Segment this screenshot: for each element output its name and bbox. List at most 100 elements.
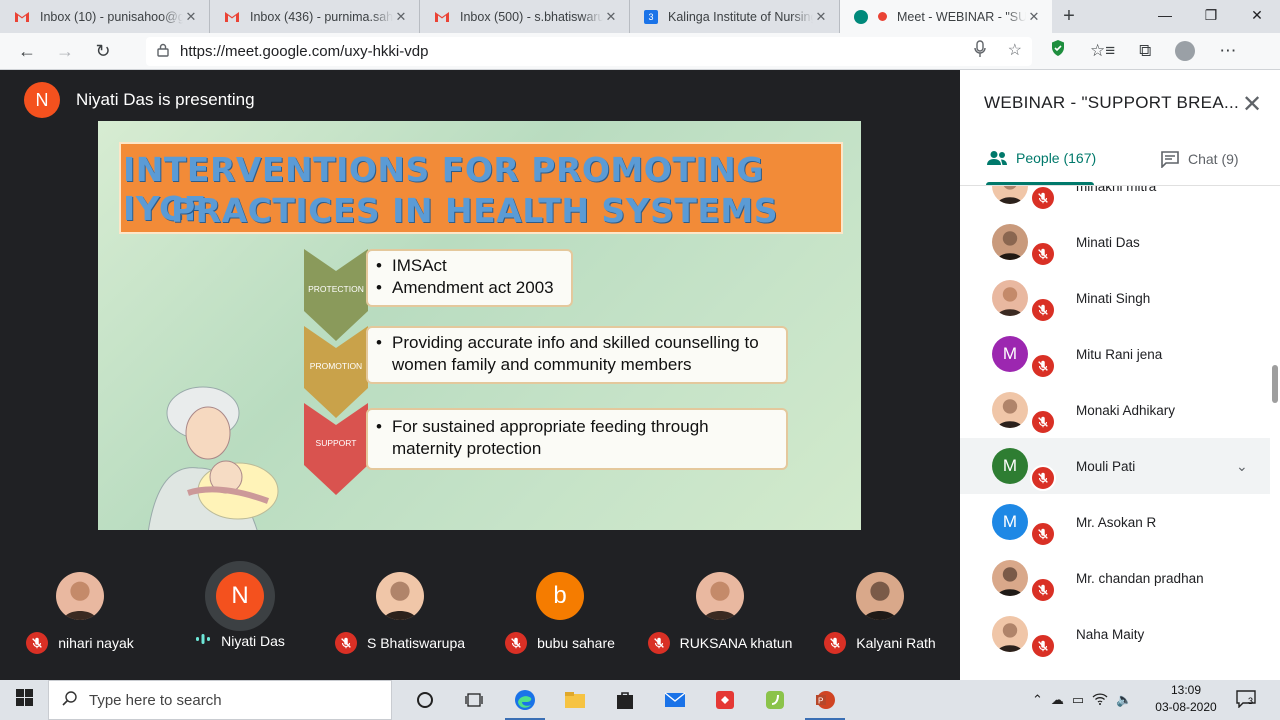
gmail-icon bbox=[14, 11, 30, 23]
people-list-item[interactable]: M Mr. Asokan R bbox=[960, 494, 1270, 550]
mic-off-icon bbox=[1030, 241, 1056, 267]
favorites-icon[interactable]: ☆≡ bbox=[1090, 41, 1115, 61]
participant-name: bubu sahare bbox=[537, 635, 615, 651]
store-icon[interactable] bbox=[600, 680, 650, 720]
mother-baby-illustration bbox=[148, 386, 279, 530]
cortana-icon[interactable] bbox=[400, 680, 450, 720]
maximize-button[interactable]: ❐ bbox=[1188, 0, 1234, 30]
profile-avatar-icon[interactable] bbox=[1175, 40, 1196, 61]
powerpoint-icon[interactable]: P bbox=[800, 680, 850, 720]
meet-main-stage: N Niyati Das is presenting INTERVENTIONS… bbox=[0, 70, 960, 530]
participant-avatar bbox=[992, 186, 1028, 204]
people-list-item[interactable]: Naha Maity bbox=[960, 606, 1270, 662]
chevron-down-icon[interactable]: ⌄ bbox=[1236, 458, 1248, 475]
participant-avatar bbox=[992, 280, 1028, 316]
audio-level-icon bbox=[195, 632, 211, 649]
browser-tab[interactable]: Inbox (500) - s.bhatiswarupa ✕ bbox=[420, 0, 630, 33]
mic-off-icon bbox=[1030, 633, 1056, 659]
back-button[interactable]: ← bbox=[8, 41, 46, 62]
people-list-item[interactable]: Minati Das bbox=[960, 214, 1270, 270]
bullet: IMSAct bbox=[376, 255, 563, 277]
bullet: Amendment act 2003 bbox=[376, 277, 563, 299]
reload-button[interactable]: ↻ bbox=[84, 41, 122, 62]
participant-tile[interactable]: N Niyati Das bbox=[160, 530, 320, 680]
anydesk-icon[interactable] bbox=[700, 680, 750, 720]
url-bar[interactable]: https://meet.google.com/uxy-hkki-vdp ☆ bbox=[146, 37, 1032, 66]
people-list-item[interactable]: minakhi mitra bbox=[960, 186, 1270, 214]
mic-off-icon bbox=[1030, 353, 1056, 379]
tab-title: Inbox (500) - s.bhatiswarupa bbox=[460, 9, 603, 24]
participant-tile[interactable]: RUKSANA khatun bbox=[640, 530, 800, 680]
people-list-item[interactable]: Mr. chandan pradhan bbox=[960, 550, 1270, 606]
file-explorer-icon[interactable] bbox=[550, 680, 600, 720]
chevron-up-icon[interactable]: ⌃ bbox=[1032, 692, 1043, 708]
lock-icon bbox=[146, 43, 180, 60]
minimize-button[interactable]: — bbox=[1142, 0, 1188, 30]
task-view-icon[interactable] bbox=[450, 680, 500, 720]
protection-textbox: IMSAct Amendment act 2003 bbox=[366, 249, 573, 307]
participant-avatar: M bbox=[992, 336, 1028, 372]
close-tab-icon[interactable]: ✕ bbox=[603, 9, 619, 25]
participant-tile[interactable]: Kalyani Rath bbox=[800, 530, 960, 680]
participant-avatar: N bbox=[216, 572, 264, 620]
green-app-icon[interactable] bbox=[750, 680, 800, 720]
browser-tab[interactable]: Inbox (436) - purnima.sahoo ✕ bbox=[210, 0, 420, 33]
browser-tab[interactable]: Meet - WEBINAR - "SUPPORT BREASTFEEDING"… bbox=[840, 0, 1052, 33]
promotion-textbox: Providing accurate info and skilled coun… bbox=[366, 326, 788, 384]
participant-name: Mitu Rani jena bbox=[1076, 346, 1163, 362]
notification-center-icon[interactable]: 3 bbox=[1236, 690, 1256, 713]
close-tab-icon[interactable]: ✕ bbox=[1026, 9, 1042, 25]
people-list-item[interactable]: M Mouli Pati ⌄ bbox=[960, 438, 1270, 494]
url-text: https://meet.google.com/uxy-hkki-vdp bbox=[180, 43, 429, 60]
promotion-label: PROMOTION bbox=[309, 361, 363, 371]
participant-tile[interactable]: nihari nayak bbox=[0, 530, 160, 680]
battery-icon[interactable]: ▭ bbox=[1072, 692, 1084, 708]
mic-off-icon bbox=[824, 632, 847, 654]
mail-icon[interactable] bbox=[650, 680, 700, 720]
onedrive-icon[interactable]: ☁ bbox=[1051, 692, 1064, 708]
participant-avatar: M bbox=[992, 504, 1028, 540]
volume-icon[interactable]: 🔈 bbox=[1116, 692, 1132, 708]
tab-chat-label: Chat (9) bbox=[1188, 151, 1239, 167]
people-list-item[interactable]: Minati Singh bbox=[960, 270, 1270, 326]
tab-title: Inbox (436) - purnima.sahoo bbox=[250, 9, 393, 24]
tab-title: Meet - WEBINAR - "SUPPORT BREASTFEEDING" bbox=[897, 9, 1026, 24]
people-list[interactable]: minakhi mitra Minati Das Minati Singh M Mitu… bbox=[960, 186, 1270, 680]
browser-tab[interactable]: 3 Kalinga Institute of Nursing ✕ bbox=[630, 0, 840, 33]
more-menu-icon[interactable]: ⋯ bbox=[1219, 41, 1236, 61]
close-window-button[interactable]: ✕ bbox=[1234, 0, 1280, 30]
scrollbar[interactable] bbox=[1272, 365, 1278, 403]
participant-tile[interactable]: b bubu sahare bbox=[480, 530, 640, 680]
wifi-icon[interactable] bbox=[1092, 692, 1108, 708]
participant-tile[interactable]: S Bhatiswarupa bbox=[320, 530, 480, 680]
people-list-item[interactable]: Monaki Adhikary bbox=[960, 382, 1270, 438]
support-chevron: SUPPORT bbox=[304, 403, 368, 495]
participant-name: minakhi mitra bbox=[1076, 186, 1157, 194]
collections-icon[interactable]: ⧉ bbox=[1139, 41, 1151, 61]
participant-name: Niyati Das bbox=[221, 632, 285, 649]
meeting-title: WEBINAR - "SUPPORT BREA... bbox=[984, 93, 1240, 112]
edge-browser-icon[interactable] bbox=[500, 680, 550, 720]
gmail-icon bbox=[224, 11, 240, 23]
participant-name: Minati Das bbox=[1076, 234, 1140, 250]
tab-people[interactable]: People (167) bbox=[986, 150, 1096, 166]
people-list-item[interactable]: M Mitu Rani jena bbox=[960, 326, 1270, 382]
participant-avatar bbox=[856, 572, 904, 620]
mic-off-icon bbox=[647, 632, 670, 654]
forward-button[interactable]: → bbox=[46, 41, 84, 62]
bullet: For sustained appropriate feeding throug… bbox=[376, 416, 778, 460]
participant-name: Minati Singh bbox=[1076, 290, 1151, 306]
taskbar-search-box[interactable]: Type here to search bbox=[48, 680, 392, 720]
close-tab-icon[interactable]: ✕ bbox=[183, 9, 199, 25]
close-tab-icon[interactable]: ✕ bbox=[813, 9, 829, 25]
browser-tab[interactable]: Inbox (10) - punisahoo@gmail.com✕ bbox=[0, 0, 210, 33]
close-tab-icon[interactable]: ✕ bbox=[393, 9, 409, 25]
tab-chat[interactable]: Chat (9) bbox=[1160, 150, 1239, 168]
bookmark-star-icon[interactable]: ☆ bbox=[1008, 40, 1022, 63]
start-button[interactable] bbox=[0, 689, 48, 711]
new-tab-button[interactable]: + bbox=[1052, 5, 1086, 28]
microphone-icon[interactable] bbox=[973, 40, 986, 63]
system-clock[interactable]: 13:09 03-08-2020 bbox=[1150, 682, 1222, 716]
shield-extension-icon[interactable] bbox=[1050, 39, 1066, 62]
close-panel-icon[interactable]: ✕ bbox=[1242, 90, 1262, 119]
